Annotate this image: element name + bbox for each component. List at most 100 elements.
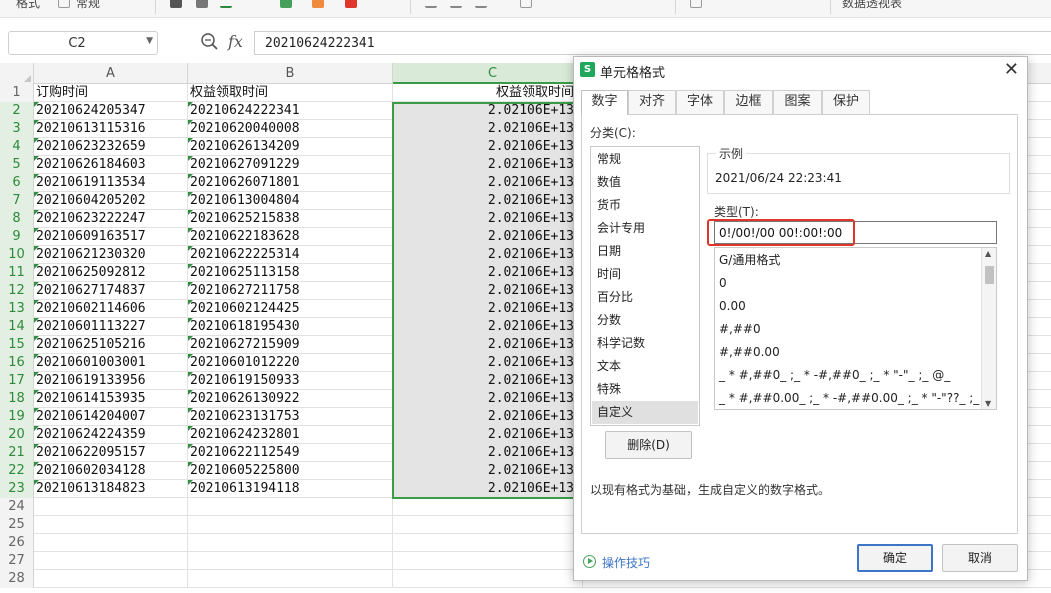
row-number[interactable]: 21 xyxy=(0,444,34,462)
table-cell[interactable]: 20210613115316 xyxy=(34,120,188,138)
table-cell[interactable]: 2.02106E+13 xyxy=(393,354,583,372)
italic-icon[interactable] xyxy=(196,0,208,8)
table-cell[interactable]: 20210623131753 xyxy=(188,408,393,426)
table-cell[interactable]: 2.02106E+13 xyxy=(393,120,583,138)
table-cell[interactable] xyxy=(188,516,393,534)
column-header-c[interactable]: C xyxy=(393,63,593,84)
table-cell[interactable]: 20210624224359 xyxy=(34,426,188,444)
table-cell[interactable]: 2.02106E+13 xyxy=(393,228,583,246)
table-cell[interactable]: 20210622183628 xyxy=(188,228,393,246)
function-icon[interactable]: fx xyxy=(228,32,243,51)
table-cell[interactable]: 20210627211758 xyxy=(188,282,393,300)
row-number[interactable]: 28 xyxy=(0,570,34,588)
table-cell[interactable]: 20210619133956 xyxy=(34,372,188,390)
table-cell[interactable] xyxy=(393,570,583,588)
table-cell[interactable]: 20210625215838 xyxy=(188,210,393,228)
zoom-icon[interactable] xyxy=(200,32,220,52)
row-number[interactable]: 16 xyxy=(0,354,34,372)
row-number[interactable]: 13 xyxy=(0,300,34,318)
row-number[interactable]: 24 xyxy=(0,498,34,516)
table-cell[interactable] xyxy=(188,534,393,552)
row-number[interactable]: 7 xyxy=(0,192,34,210)
table-cell[interactable]: 20210626130922 xyxy=(188,390,393,408)
close-icon[interactable]: ✕ xyxy=(1004,59,1019,80)
header-cell[interactable]: 权益领取时间 xyxy=(188,84,393,102)
format-list[interactable]: G/通用格式 0 0.00 #,##0 #,##0.00 _ * #,##0_ ;_ * … xyxy=(714,247,997,410)
bold-icon[interactable] xyxy=(170,0,182,8)
table-cell[interactable]: 2.02106E+13 xyxy=(393,444,583,462)
format-item[interactable]: _ * #,##0_ ;_ * -#,##0_ ;_ * "-"_ ;_ @_ xyxy=(719,364,950,387)
row-number[interactable]: 9 xyxy=(0,228,34,246)
row-number[interactable]: 5 xyxy=(0,156,34,174)
category-item[interactable]: 自定义 xyxy=(592,401,698,424)
select-all-corner[interactable] xyxy=(0,63,34,84)
table-cell[interactable]: 2.02106E+13 xyxy=(393,246,583,264)
font-color-icon[interactable] xyxy=(312,0,324,8)
table-cell[interactable] xyxy=(393,534,583,552)
merge-icon[interactable] xyxy=(520,0,532,8)
table-cell[interactable]: 2.02106E+13 xyxy=(393,156,583,174)
table-cell[interactable]: 20210621230320 xyxy=(34,246,188,264)
tab-pattern[interactable]: 图案 xyxy=(773,90,822,114)
table-cell[interactable]: 20210623222247 xyxy=(34,210,188,228)
table-cell[interactable]: 2.02106E+13 xyxy=(393,264,583,282)
tab-font[interactable]: 字体 xyxy=(676,90,724,114)
row-number[interactable]: 23 xyxy=(0,480,34,498)
table-cell[interactable]: 20210627215909 xyxy=(188,336,393,354)
table-cell[interactable]: 20210614153935 xyxy=(34,390,188,408)
table-cell[interactable]: 20210602114606 xyxy=(34,300,188,318)
column-header-b[interactable]: B xyxy=(188,63,393,84)
table-cell[interactable]: 20210625092812 xyxy=(34,264,188,282)
table-cell[interactable]: 20210620040008 xyxy=(188,120,393,138)
row-number[interactable]: 18 xyxy=(0,390,34,408)
format-item[interactable]: _ * #,##0.00_ ;_ * -#,##0.00_ ;_ * "-"??… xyxy=(719,387,996,409)
table-cell[interactable]: 2.02106E+13 xyxy=(393,102,583,120)
header-cell[interactable]: 订购时间 xyxy=(34,84,188,102)
table-cell[interactable]: 20210618195430 xyxy=(188,318,393,336)
category-item[interactable]: 常规 xyxy=(592,148,698,171)
formula-input[interactable]: 20210624222341 xyxy=(254,31,1051,55)
table-cell[interactable]: 2.02106E+13 xyxy=(393,408,583,426)
underline-icon[interactable] xyxy=(220,0,232,8)
format-item[interactable]: #,##0.00 xyxy=(719,341,780,364)
format-item[interactable]: 0.00 xyxy=(719,295,746,318)
header-cell[interactable]: 权益领取时间 xyxy=(393,84,583,102)
table-cell[interactable]: 20210627091229 xyxy=(188,156,393,174)
table-cell[interactable]: 20210613184823 xyxy=(34,480,188,498)
row-number[interactable]: 26 xyxy=(0,534,34,552)
table-cell[interactable] xyxy=(34,552,188,570)
table-cell[interactable] xyxy=(393,552,583,570)
category-item[interactable]: 分数 xyxy=(592,309,698,332)
table-cell[interactable]: 20210619113534 xyxy=(34,174,188,192)
table-cell[interactable]: 2.02106E+13 xyxy=(393,174,583,192)
category-item[interactable]: 文本 xyxy=(592,355,698,378)
row-number[interactable]: 10 xyxy=(0,246,34,264)
table-cell[interactable] xyxy=(34,534,188,552)
category-item[interactable]: 科学记数 xyxy=(592,332,698,355)
table-cell[interactable]: 20210626071801 xyxy=(188,174,393,192)
table-cell[interactable]: 20210622095157 xyxy=(34,444,188,462)
table-cell[interactable]: 20210622112549 xyxy=(188,444,393,462)
align-left-icon[interactable] xyxy=(425,0,437,8)
row-number[interactable]: 15 xyxy=(0,336,34,354)
table-cell[interactable] xyxy=(393,516,583,534)
table-cell[interactable] xyxy=(34,498,188,516)
category-item[interactable]: 时间 xyxy=(592,263,698,286)
format-list-scrollbar[interactable]: ▲ ▼ xyxy=(981,248,996,409)
table-cell[interactable] xyxy=(34,516,188,534)
table-cell[interactable]: 20210623232659 xyxy=(34,138,188,156)
category-list[interactable]: 常规 数值 货币 会计专用 日期 时间 百分比 分数 科学记数 文本 特殊 自定义 xyxy=(590,146,700,426)
toolbar-format-label[interactable]: 格式 xyxy=(16,0,40,11)
table-cell[interactable]: 2.02106E+13 xyxy=(393,480,583,498)
table-cell[interactable]: 20210602124425 xyxy=(188,300,393,318)
table-cell[interactable] xyxy=(188,570,393,588)
row-number[interactable]: 1 xyxy=(0,84,34,102)
clear-icon[interactable] xyxy=(345,0,357,8)
table-cell[interactable]: 20210613004804 xyxy=(188,192,393,210)
table-cell[interactable]: 2.02106E+13 xyxy=(393,210,583,228)
category-item[interactable]: 会计专用 xyxy=(592,217,698,240)
row-number[interactable]: 3 xyxy=(0,120,34,138)
table-cell[interactable]: 20210624205347 xyxy=(34,102,188,120)
table-cell[interactable]: 20210624222341 xyxy=(188,102,393,120)
category-item[interactable]: 百分比 xyxy=(592,286,698,309)
